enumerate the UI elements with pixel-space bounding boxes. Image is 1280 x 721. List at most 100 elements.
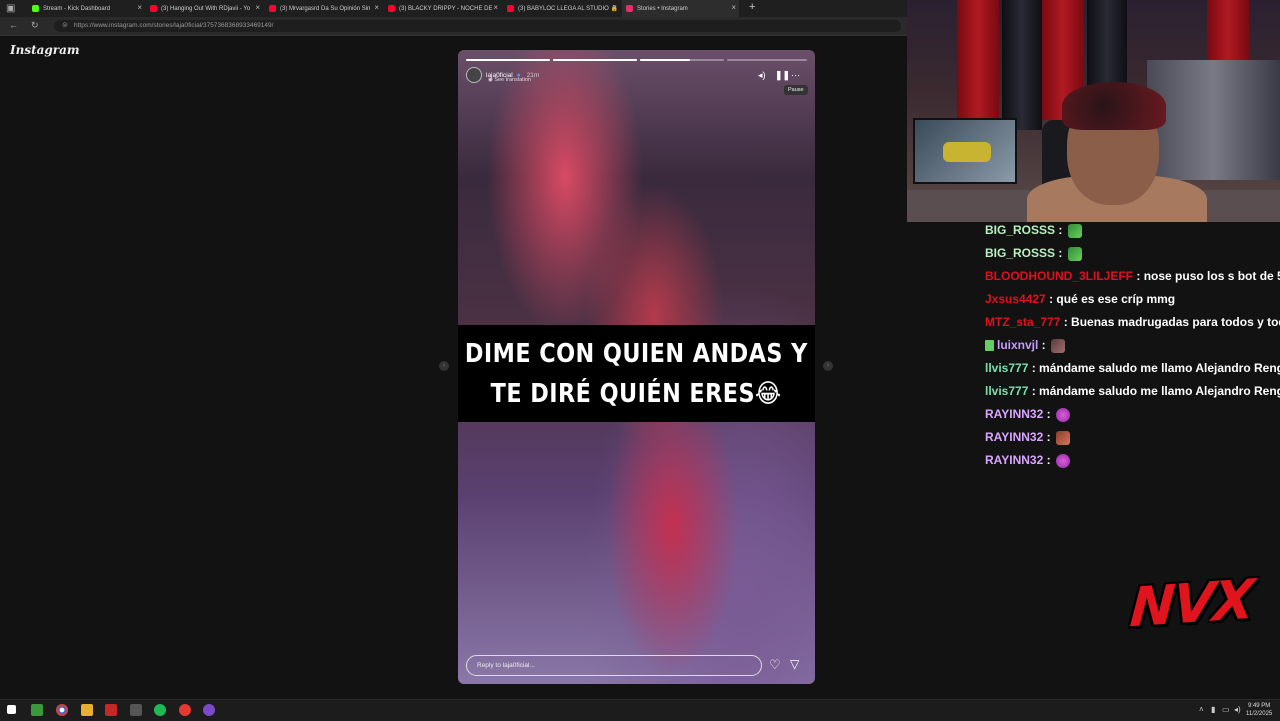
chat-username[interactable]: Jxsus4427 <box>985 292 1046 306</box>
clock-date: 11/2/2025 <box>1246 711 1273 717</box>
chat-text: Buenas madrugadas para todos y tod <box>1071 315 1280 329</box>
close-tab-icon[interactable]: × <box>255 3 260 12</box>
avatar[interactable] <box>466 67 482 83</box>
close-tab-icon[interactable]: × <box>374 3 379 12</box>
reload-icon[interactable]: ↻ <box>31 20 39 31</box>
tab-label: (3) BABYLOC LLEGA AL STUDIO 🔒 <box>518 6 618 12</box>
app-icon[interactable] <box>130 704 142 716</box>
chat-separator: : <box>1043 453 1054 467</box>
see-translation-label: See translation <box>494 77 532 83</box>
tab-favicon-icon <box>507 5 514 12</box>
money-emote-icon <box>1067 246 1082 261</box>
network-icon[interactable]: ▭ <box>1222 705 1230 714</box>
browser-tab[interactable]: (3) BLACKY DRIPPY - NOCHE DE × <box>384 0 501 17</box>
background-curtain <box>957 0 999 120</box>
chat-message: RAYINN32 : <box>985 403 1280 426</box>
browser-tab[interactable]: (3) Hanging Out With RDjavii - Yo × <box>146 0 263 17</box>
next-story-icon[interactable]: › <box>823 361 833 371</box>
send-icon[interactable]: ▽ <box>790 657 799 671</box>
file-explorer-icon[interactable] <box>81 704 93 716</box>
chat-username[interactable]: luixnvjl <box>997 338 1038 352</box>
close-tab-icon[interactable]: × <box>493 3 498 12</box>
microphone-icon[interactable]: ▮ <box>1211 705 1215 714</box>
chat-separator: : <box>1045 292 1057 306</box>
chat-username[interactable]: MTZ_sta_777 <box>985 315 1060 329</box>
tab-favicon-icon <box>150 5 157 12</box>
close-tab-icon[interactable]: × <box>731 3 736 12</box>
chat-username[interactable]: RAYINN32 <box>985 430 1043 444</box>
person-emote-icon <box>1051 338 1066 353</box>
site-info-icon[interactable]: ⊜ <box>62 20 68 32</box>
pause-icon[interactable]: ❚❚ <box>775 70 790 81</box>
chat-separator: : <box>1038 338 1050 352</box>
chat-message: llvis777 : mándame saludo me llamo Aleja… <box>985 357 1280 380</box>
chat-overlay: BIG_ROSSS : BIG_ROSSS : BLOODHOUND_3LILJ… <box>985 219 1280 472</box>
volume-icon[interactable]: ◂) <box>1234 705 1241 714</box>
chat-message: RAYINN32 : <box>985 426 1280 449</box>
chrome-icon[interactable] <box>56 704 68 716</box>
chat-message: luixnvjl : <box>985 334 1280 357</box>
tab-actions-icon[interactable]: ▣ <box>6 3 17 14</box>
chat-username[interactable]: llvis777 <box>985 384 1028 398</box>
streamer-hat <box>1062 82 1166 130</box>
tab-favicon-icon <box>626 5 633 12</box>
background-curtain <box>1002 0 1042 130</box>
browser-tab[interactable]: Stream - Kick Dashboard × <box>28 0 145 17</box>
browser-tab[interactable]: (3) Mrvargasrd Da Su Opinión Sin × <box>265 0 382 17</box>
previous-story-icon[interactable]: ‹ <box>439 361 449 371</box>
reply-input[interactable]: Reply to laja0ficial... <box>466 655 762 676</box>
heart-icon[interactable]: ♡ <box>769 657 781 673</box>
money-emote-icon <box>1067 223 1082 238</box>
tab-label: Stories • Instagram <box>637 5 688 12</box>
browser-tab[interactable]: (3) BABYLOC LLEGA AL STUDIO 🔒 × <box>503 0 620 17</box>
progress-segment <box>466 59 550 61</box>
new-tab-button[interactable]: + <box>749 1 755 13</box>
clock[interactable]: 9:49 PM 11/2/2025 <box>1246 702 1272 718</box>
chat-username[interactable]: BLOODHOUND_3LILJEFF <box>985 269 1133 283</box>
mute-icon[interactable]: ◂) <box>758 70 766 81</box>
app-icon[interactable] <box>203 704 215 716</box>
url-text: https://www.instagram.com/stories/laja0f… <box>74 22 274 29</box>
chat-separator: : <box>1055 246 1066 260</box>
chevron-up-icon[interactable]: ˄ <box>1199 705 1204 714</box>
chat-username[interactable]: llvis777 <box>985 361 1028 375</box>
heart-emote-icon <box>1055 407 1070 422</box>
chat-separator: : <box>1028 384 1040 398</box>
back-icon[interactable]: ← <box>9 20 18 30</box>
chat-message: BIG_ROSSS : <box>985 219 1280 242</box>
url-input[interactable]: ⊜ https://www.instagram.com/stories/laja… <box>54 20 901 32</box>
chat-separator: : <box>1055 223 1066 237</box>
chat-username[interactable]: BIG_ROSSS <box>985 246 1055 260</box>
background-monitor <box>913 118 1017 184</box>
start-icon[interactable] <box>7 705 16 714</box>
webcam-feed <box>907 0 1280 222</box>
progress-segment <box>553 59 637 61</box>
chat-username[interactable]: RAYINN32 <box>985 453 1043 467</box>
chat-message: llvis777 : mándame saludo me llamo Aleja… <box>985 380 1280 403</box>
browser-tab[interactable]: Stories • Instagram × <box>622 0 739 17</box>
spotify-icon[interactable] <box>154 704 166 716</box>
chat-message: MTZ_sta_777 : Buenas madrugadas para tod… <box>985 311 1280 334</box>
pause-tooltip: Pause <box>784 85 808 95</box>
tab-label: (3) BLACKY DRIPPY - NOCHE DE <box>399 5 493 12</box>
chat-message: Jxsus4427 : qué es ese críp mmg <box>985 288 1280 311</box>
more-options-icon[interactable]: ··· <box>791 70 800 80</box>
clock-time: 9:49 PM <box>1247 703 1271 709</box>
chat-username[interactable]: BIG_ROSSS <box>985 223 1055 237</box>
app-icon[interactable] <box>31 704 43 716</box>
chat-separator: : <box>1133 269 1144 283</box>
see-translation-link[interactable]: ◉ See translation <box>488 77 531 83</box>
close-tab-icon[interactable]: × <box>612 3 617 12</box>
app-icon[interactable] <box>105 704 117 716</box>
chat-separator: : <box>1028 361 1040 375</box>
progress-segment <box>727 59 807 61</box>
tab-label: (3) Mrvargasrd Da Su Opinión Sin <box>280 5 371 12</box>
browser-tab-bar: ▣ Stream - Kick Dashboard × (3) Hanging Ou… <box>0 0 907 17</box>
taskbar: ˄ ▮ ▭ ◂) 9:49 PM 11/2/2025 <box>0 699 1280 721</box>
close-tab-icon[interactable]: × <box>137 3 142 12</box>
caption-line-1: DIME CON QUIEN ANDAS Y <box>465 338 808 369</box>
instagram-logo[interactable]: Instagram <box>10 43 80 57</box>
chat-username[interactable]: RAYINN32 <box>985 407 1043 421</box>
story-viewer[interactable]: laja0ficial ● 21m ◉ See translation ◂) ❚… <box>458 50 815 684</box>
app-icon[interactable] <box>179 704 191 716</box>
